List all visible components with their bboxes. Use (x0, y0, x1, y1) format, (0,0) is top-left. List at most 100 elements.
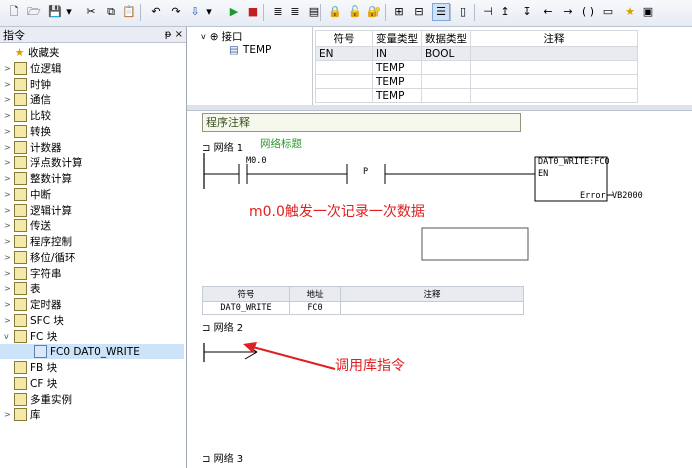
chevron-right-icon[interactable]: > (4, 316, 14, 325)
cell-datatype[interactable] (421, 74, 471, 89)
undo-icon[interactable]: ↶ (148, 4, 164, 20)
delete-network-icon[interactable]: ⊟ (411, 4, 427, 20)
box-icon[interactable]: ▭ (600, 4, 616, 20)
paste-icon[interactable]: 📋 (121, 4, 137, 20)
cell-comment[interactable] (470, 74, 638, 89)
network2-header[interactable]: ⊐ 网络 2 (202, 319, 243, 334)
download-icon[interactable]: ⇩ (187, 4, 203, 20)
collapse-icon[interactable]: ⊐ (202, 454, 210, 465)
chevron-right-icon[interactable]: > (4, 410, 14, 419)
lock-blue-icon[interactable]: 🔐 (366, 4, 382, 20)
table-row[interactable]: EN IN BOOL (315, 46, 638, 61)
cell-symbol[interactable] (315, 74, 373, 89)
unlock-icon[interactable]: 🔓 (347, 4, 363, 20)
tree-item[interactable]: ★ 收藏夹 (0, 45, 184, 60)
bookmark-icon[interactable]: ▣ (640, 4, 656, 20)
sym-cell-address[interactable]: FC0 (289, 301, 341, 315)
chevron-right-icon[interactable]: > (4, 95, 14, 104)
chevron-right-icon[interactable]: > (4, 237, 14, 246)
tree-item[interactable]: 多重实例 (0, 392, 184, 407)
table-row[interactable]: DAT0_WRITE FC0 (202, 301, 524, 315)
tree-item[interactable]: > 中断 (0, 187, 184, 202)
cell-datatype[interactable] (421, 60, 471, 75)
cell-comment[interactable] (470, 60, 638, 75)
contact-icon[interactable]: ⊣ (480, 4, 496, 20)
save-dropdown-icon[interactable]: ▾ (65, 4, 73, 20)
pin-close-icon[interactable]: ᵽ × (165, 29, 183, 40)
tree-item[interactable]: > 程序控制 (0, 234, 184, 249)
contact-p-label[interactable]: P (363, 167, 368, 177)
cell-comment[interactable] (470, 88, 638, 103)
chevron-right-icon[interactable]: > (4, 221, 14, 230)
save-icon[interactable]: 💾 (47, 4, 63, 20)
lock-icon[interactable]: 🔒 (327, 4, 343, 20)
network3-header[interactable]: ⊐ 网络 3 (202, 450, 243, 465)
tree-item[interactable]: > 时钟 (0, 77, 184, 92)
chevron-down-icon[interactable]: v (4, 332, 14, 341)
tree-item[interactable]: > 比较 (0, 108, 184, 123)
collapse-icon[interactable]: ⊐ (202, 323, 210, 334)
copy-icon[interactable]: ⧉ (103, 4, 119, 20)
compile-icon[interactable]: ≣ (270, 4, 286, 20)
cell-vartype[interactable]: IN (372, 46, 422, 61)
cell-datatype[interactable] (421, 88, 471, 103)
interface-root-label[interactable]: 接口 (222, 29, 243, 44)
cell-comment[interactable] (470, 46, 638, 61)
run-icon[interactable]: ▶ (226, 4, 242, 20)
table-row[interactable]: TEMP (315, 88, 638, 103)
tree-item[interactable]: > 位逻辑 (0, 61, 184, 76)
table-row[interactable]: TEMP (315, 60, 638, 75)
chevron-right-icon[interactable]: > (4, 300, 14, 309)
line-left-icon[interactable]: ← (540, 4, 556, 20)
chevron-right-icon[interactable]: > (4, 127, 14, 136)
stop-icon[interactable]: ■ (245, 4, 261, 20)
redo-icon[interactable]: ↷ (168, 4, 184, 20)
tree-item[interactable]: > SFC 块 (0, 313, 184, 328)
tree-item[interactable]: > 传送 (0, 218, 184, 233)
fc-block-error-value[interactable]: VB2000 (612, 191, 643, 201)
chevron-right-icon[interactable]: > (4, 269, 14, 278)
tree-item[interactable]: > 字符串 (0, 266, 184, 281)
cut-icon[interactable]: ✂ (83, 4, 99, 20)
cell-vartype[interactable]: TEMP (372, 88, 422, 103)
new-icon[interactable]: 🗋 (6, 4, 22, 20)
coil-icon[interactable]: ( ) (580, 4, 596, 20)
cell-symbol[interactable]: EN (315, 46, 373, 61)
table-row[interactable]: TEMP (315, 74, 638, 89)
sym-cell-symbol[interactable]: DAT0_WRITE (202, 301, 290, 315)
stl-view-icon[interactable]: ▯ (455, 4, 471, 20)
program-editor[interactable]: 程序注释 ⊐ 网络 1 网络标题 M0.0 P DAT0_WRITE:FC0 E… (187, 111, 692, 468)
tree-item[interactable]: > 计数器 (0, 140, 184, 155)
tree-item[interactable]: > 表 (0, 281, 184, 296)
chevron-right-icon[interactable]: > (4, 80, 14, 89)
tree-item[interactable]: > 移位/循环 (0, 250, 184, 265)
tree-item[interactable]: v FC 块 (0, 329, 184, 344)
interface-temp-label[interactable]: TEMP (243, 44, 271, 56)
compile-all-icon[interactable]: ≣ (287, 4, 303, 20)
tree-item[interactable]: FC0 DAT0_WRITE (0, 344, 184, 360)
tree-item[interactable]: > 浮点数计算 (0, 155, 184, 170)
tree-item[interactable]: > 通信 (0, 92, 184, 107)
open-icon[interactable]: 🗁 (26, 4, 42, 20)
fc-block-name[interactable]: DAT0_WRITE:FC0 (538, 157, 610, 167)
download-dropdown-icon[interactable]: ▾ (205, 4, 213, 20)
chevron-right-icon[interactable]: > (4, 284, 14, 293)
cell-symbol[interactable] (315, 88, 373, 103)
ladder-view-icon[interactable]: ☰ (432, 3, 450, 21)
tree-item[interactable]: FB 块 (0, 360, 184, 375)
contact-m00-label[interactable]: M0.0 (246, 156, 266, 166)
chevron-right-icon[interactable]: > (4, 111, 14, 120)
tree-item[interactable]: CF 块 (0, 376, 184, 391)
chevron-right-icon[interactable]: > (4, 64, 14, 73)
chevron-right-icon[interactable]: > (4, 143, 14, 152)
tree-item[interactable]: > 整数计算 (0, 171, 184, 186)
line-right-icon[interactable]: → (560, 4, 576, 20)
sym-cell-comment[interactable] (340, 301, 524, 315)
chevron-down-icon[interactable]: v (201, 32, 206, 41)
tree-item[interactable]: > 库 (0, 407, 184, 422)
star-icon[interactable]: ★ (622, 4, 638, 20)
chevron-right-icon[interactable]: > (4, 190, 14, 199)
insert-network-icon[interactable]: ⊞ (391, 4, 407, 20)
chevron-right-icon[interactable]: > (4, 206, 14, 215)
cell-datatype[interactable]: BOOL (421, 46, 471, 61)
